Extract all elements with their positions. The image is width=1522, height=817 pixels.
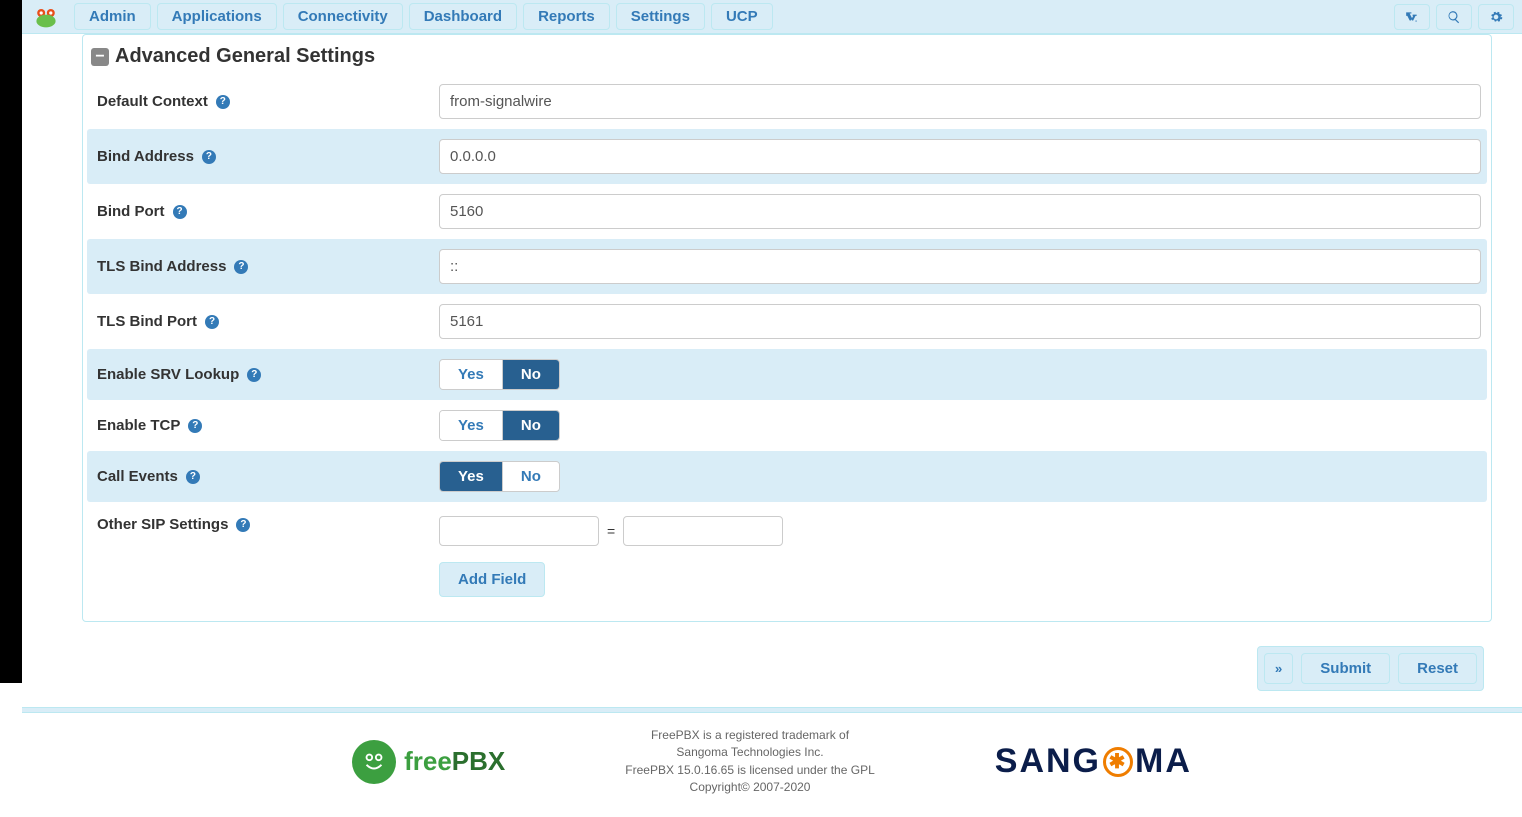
nav-dashboard[interactable]: Dashboard [409, 3, 517, 30]
freepbx-frog-logo [30, 4, 62, 30]
gear-icon[interactable] [1478, 4, 1514, 30]
top-navbar: Admin Applications Connectivity Dashboar… [22, 0, 1522, 34]
brand-pbx: PBX [452, 746, 505, 776]
toggle-enable-tcp: Yes No [439, 410, 560, 441]
footer-brand-freepbx: freePBX [352, 740, 505, 784]
input-bind-port[interactable] [439, 194, 1481, 229]
footer-line4: Copyright© 2007-2020 [625, 779, 875, 796]
footer-line3: FreePBX 15.0.16.65 is licensed under the… [625, 762, 875, 779]
language-icon[interactable] [1394, 4, 1430, 30]
section-title-text: Advanced General Settings [115, 45, 375, 68]
toggle-enable-srv-yes[interactable]: Yes [440, 360, 503, 389]
row-enable-tcp: Enable TCP ? Yes No [87, 400, 1487, 451]
toggle-call-events-yes[interactable]: Yes [440, 462, 503, 491]
row-tls-bind-port: TLS Bind Port ? [87, 294, 1487, 349]
other-sip-key-input[interactable] [439, 516, 599, 546]
label-bind-port: Bind Port [97, 203, 165, 220]
footer-line1: FreePBX is a registered trademark of [625, 727, 875, 744]
footer-copyright: FreePBX is a registered trademark of San… [625, 727, 875, 797]
toggle-enable-tcp-no[interactable]: No [503, 411, 559, 440]
label-tls-bind-port: TLS Bind Port [97, 313, 197, 330]
input-tls-bind-address[interactable] [439, 249, 1481, 284]
label-call-events: Call Events [97, 468, 178, 485]
nav-ucp[interactable]: UCP [711, 3, 773, 30]
row-call-events: Call Events ? Yes No [87, 451, 1487, 502]
row-other-sip: Other SIP Settings ? = Add Field [87, 502, 1487, 617]
equals-sign: = [607, 523, 615, 539]
toggle-enable-srv: Yes No [439, 359, 560, 390]
label-default-context: Default Context [97, 93, 208, 110]
help-icon[interactable]: ? [236, 518, 250, 532]
help-icon[interactable]: ? [205, 315, 219, 329]
toggle-enable-srv-no[interactable]: No [503, 360, 559, 389]
action-bar: » Submit Reset [82, 640, 1492, 697]
row-default-context: Default Context ? [87, 74, 1487, 129]
expand-chevron-icon[interactable]: » [1264, 653, 1293, 684]
advanced-settings-panel: − Advanced General Settings Default Cont… [82, 34, 1492, 622]
row-tls-bind-address: TLS Bind Address ? [87, 239, 1487, 294]
nav-reports[interactable]: Reports [523, 3, 610, 30]
brand-free: free [404, 746, 452, 776]
label-tls-bind-address: TLS Bind Address [97, 258, 226, 275]
freepbx-logo-icon [352, 740, 396, 784]
other-sip-kv-row: = [439, 516, 1481, 546]
sangoma-text-a: SANG [995, 742, 1101, 781]
help-icon[interactable]: ? [173, 205, 187, 219]
nav-settings[interactable]: Settings [616, 3, 705, 30]
submit-button[interactable]: Submit [1301, 653, 1390, 684]
help-icon[interactable]: ? [216, 95, 230, 109]
section-title[interactable]: − Advanced General Settings [87, 39, 1487, 74]
row-bind-address: Bind Address ? [87, 129, 1487, 184]
help-icon[interactable]: ? [186, 470, 200, 484]
help-icon[interactable]: ? [188, 419, 202, 433]
sangoma-asterisk-icon: ✱ [1103, 747, 1133, 777]
input-default-context[interactable] [439, 84, 1481, 119]
footer-brand-sangoma: SANG ✱ MA [995, 742, 1192, 781]
toggle-call-events-no[interactable]: No [503, 462, 559, 491]
add-field-button[interactable]: Add Field [439, 562, 545, 597]
toggle-call-events: Yes No [439, 461, 560, 492]
label-enable-tcp: Enable TCP [97, 417, 180, 434]
input-bind-address[interactable] [439, 139, 1481, 174]
label-other-sip: Other SIP Settings [97, 516, 228, 533]
row-bind-port: Bind Port ? [87, 184, 1487, 239]
toggle-enable-tcp-yes[interactable]: Yes [440, 411, 503, 440]
footer: freePBX FreePBX is a registered trademar… [22, 713, 1522, 817]
label-bind-address: Bind Address [97, 148, 194, 165]
label-enable-srv: Enable SRV Lookup [97, 366, 239, 383]
nav-connectivity[interactable]: Connectivity [283, 3, 403, 30]
other-sip-value-input[interactable] [623, 516, 783, 546]
nav-admin[interactable]: Admin [74, 3, 151, 30]
footer-line2: Sangoma Technologies Inc. [625, 744, 875, 761]
help-icon[interactable]: ? [247, 368, 261, 382]
nav-applications[interactable]: Applications [157, 3, 277, 30]
help-icon[interactable]: ? [202, 150, 216, 164]
sangoma-text-b: MA [1135, 742, 1192, 781]
left-black-strip [0, 0, 22, 683]
search-icon[interactable] [1436, 4, 1472, 30]
reset-button[interactable]: Reset [1398, 653, 1477, 684]
help-icon[interactable]: ? [234, 260, 248, 274]
collapse-icon[interactable]: − [91, 48, 109, 66]
row-enable-srv: Enable SRV Lookup ? Yes No [87, 349, 1487, 400]
input-tls-bind-port[interactable] [439, 304, 1481, 339]
